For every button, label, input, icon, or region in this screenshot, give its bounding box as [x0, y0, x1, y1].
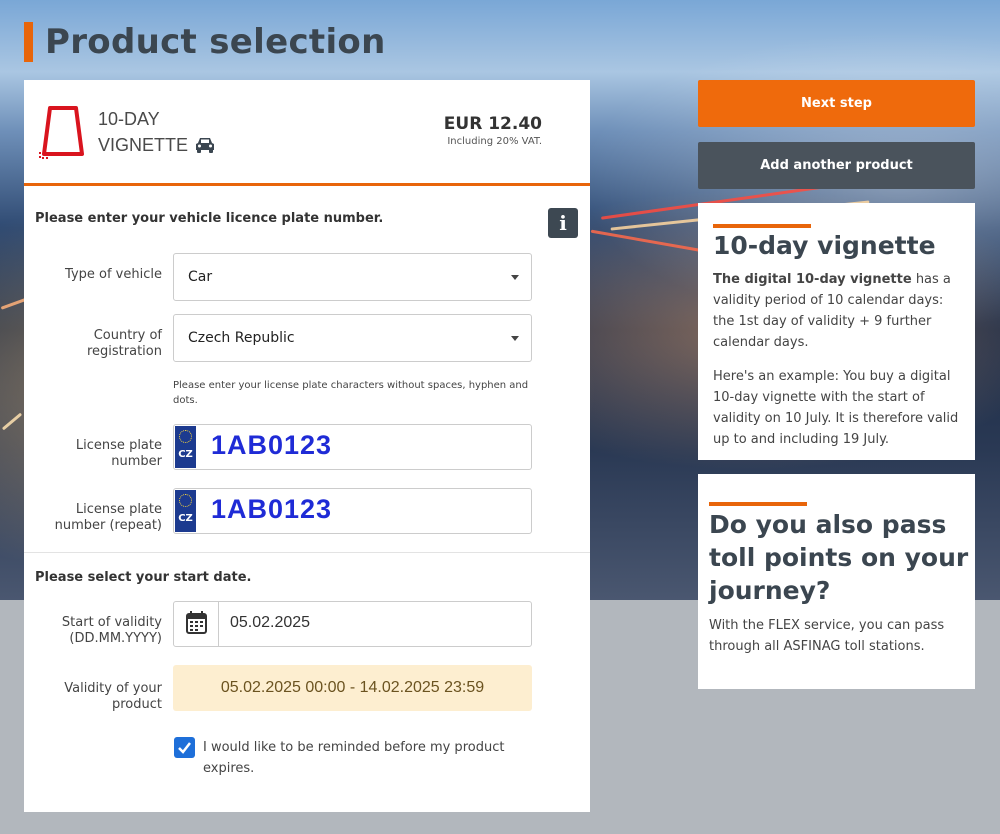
- product-form-card: 10-DAY VIGNETTE EUR 12.40 Including 20% …: [24, 80, 590, 812]
- section-divider: [24, 552, 590, 553]
- toll-box: Do you also pass toll points on your jou…: [698, 474, 975, 689]
- eu-stars-icon: [179, 494, 192, 507]
- eu-plate-badge: CZ: [175, 426, 196, 468]
- vignette-icon: [39, 106, 84, 159]
- price-value: EUR 12.40: [443, 114, 542, 134]
- product-name-line1: 10-DAY: [98, 109, 160, 129]
- info-box: 10-day vignette The digital 10-day vigne…: [698, 203, 975, 460]
- title-accent-bar: [24, 22, 33, 62]
- toll-box-title: Do you also pass toll points on your jou…: [709, 510, 969, 605]
- reminder-checkbox[interactable]: [174, 737, 195, 758]
- chevron-down-icon: [511, 336, 519, 341]
- start-date-value: 05.02.2025: [230, 614, 311, 631]
- product-name-line2-wrap: VIGNETTE: [98, 132, 216, 158]
- calendar-button[interactable]: [174, 602, 219, 646]
- plate-label: License plate number: [75, 438, 162, 469]
- price-block: EUR 12.40 Including 20% VAT.: [444, 114, 542, 147]
- checkmark-icon: [178, 742, 191, 754]
- info-box-title: 10-day vignette: [713, 231, 936, 260]
- start-label: Start of validity (DD.MM.YYYY): [61, 615, 162, 646]
- country-label: Country of registration: [86, 328, 162, 359]
- vehicle-type-label: Type of vehicle: [65, 267, 162, 282]
- country-select[interactable]: Czech Republic: [173, 314, 532, 362]
- eu-plate-badge: CZ: [175, 490, 196, 532]
- car-icon: [196, 138, 215, 153]
- chevron-down-icon: [511, 275, 519, 280]
- eu-stars-icon: [179, 430, 192, 443]
- info-icon[interactable]: i: [548, 208, 578, 238]
- plate-value: 1AB0123: [211, 430, 333, 460]
- product-name: 10-DAY VIGNETTE: [98, 106, 216, 158]
- plate-input[interactable]: CZ 1AB0123: [173, 424, 532, 470]
- start-date-input[interactable]: 05.02.2025: [173, 601, 532, 647]
- accent-bar: [709, 502, 807, 506]
- next-step-button[interactable]: Next step: [698, 80, 975, 127]
- page-title: Product selection: [45, 22, 386, 62]
- accent-bar: [713, 224, 811, 228]
- vehicle-type-value: Car: [188, 269, 213, 285]
- country-value: Czech Republic: [188, 330, 295, 346]
- calendar-icon: [186, 611, 207, 634]
- plate-repeat-value: 1AB0123: [211, 494, 333, 524]
- date-section-label: Please select your start date.: [35, 570, 252, 585]
- validity-label: Validity of your product: [64, 681, 162, 712]
- toll-box-text: With the FLEX service, you can pass thro…: [709, 618, 945, 654]
- page-header: Product selection: [24, 22, 386, 62]
- vehicle-type-select[interactable]: Car: [173, 253, 532, 301]
- plate-hint: Please enter your license plate characte…: [173, 380, 529, 406]
- info-box-text-1: The digital 10-day vignette has a validi…: [713, 272, 951, 350]
- validity-period: 05.02.2025 00:00 - 14.02.2025 23:59: [173, 665, 532, 711]
- plate-repeat-input[interactable]: CZ 1AB0123: [173, 488, 532, 534]
- reminder-label[interactable]: I would like to be reminded before my pr…: [203, 737, 533, 779]
- vat-note: Including 20% VAT.: [447, 136, 542, 147]
- product-name-line2: VIGNETTE: [98, 135, 189, 155]
- plate-repeat-label: License plate number (repeat): [54, 502, 162, 533]
- product-header: 10-DAY VIGNETTE EUR 12.40 Including 20% …: [24, 80, 590, 186]
- info-box-text-2: Here's an example: You buy a digital 10-…: [713, 369, 959, 447]
- add-product-button[interactable]: Add another product: [698, 142, 975, 189]
- plate-section-label: Please enter your vehicle licence plate …: [35, 211, 384, 226]
